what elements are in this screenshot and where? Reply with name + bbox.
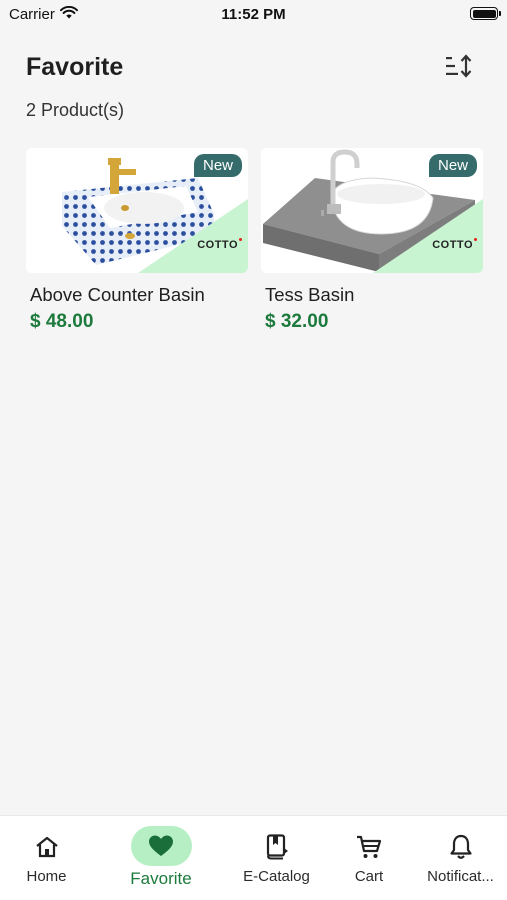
sort-icon (445, 53, 473, 83)
product-card[interactable]: New COTTO Tess Basin $ 32.00 (261, 148, 483, 333)
sort-button[interactable] (440, 52, 478, 84)
product-card[interactable]: New COTTO Above Counter Basin $ 48.00 (26, 148, 248, 333)
tab-label: Cart (354, 868, 384, 885)
bottom-tab-bar: Home Favorite E-Catalog Cart Notificat..… (0, 815, 507, 900)
brand-logo: COTTO (197, 238, 242, 251)
tab-favorite[interactable]: Favorite (112, 816, 210, 900)
tab-label: Favorite (130, 869, 192, 888)
tab-home[interactable]: Home (0, 816, 93, 900)
tab-e-catalog[interactable]: E-Catalog (230, 816, 323, 900)
status-bar: Carrier 11:52 PM (0, 0, 507, 28)
product-name: Tess Basin (265, 284, 355, 305)
catalog-icon (265, 834, 289, 860)
cart-icon (356, 834, 382, 860)
heart-icon (130, 826, 192, 866)
brand-logo: COTTO (432, 238, 477, 251)
tab-label: E-Catalog (243, 868, 310, 885)
decorative-wedge (138, 199, 248, 273)
new-badge: New (428, 154, 477, 177)
home-icon (35, 834, 59, 860)
new-badge: New (193, 154, 242, 177)
product-image: New COTTO (261, 148, 483, 273)
status-time: 11:52 PM (221, 6, 286, 23)
product-price: $ 32.00 (265, 311, 329, 332)
product-price: $ 48.00 (30, 311, 94, 332)
tab-label: Home (26, 868, 67, 885)
tab-notifications[interactable]: Notificat... (414, 816, 507, 900)
decorative-wedge (373, 199, 483, 273)
product-image: New COTTO (26, 148, 248, 273)
battery-icon (470, 7, 501, 20)
tab-label: Notificat... (427, 868, 494, 885)
page-title: Favorite (26, 53, 124, 81)
bell-icon (449, 834, 473, 860)
tab-cart[interactable]: Cart (331, 816, 407, 900)
product-count: 2 Product(s) (26, 100, 125, 120)
product-name: Above Counter Basin (30, 284, 205, 305)
